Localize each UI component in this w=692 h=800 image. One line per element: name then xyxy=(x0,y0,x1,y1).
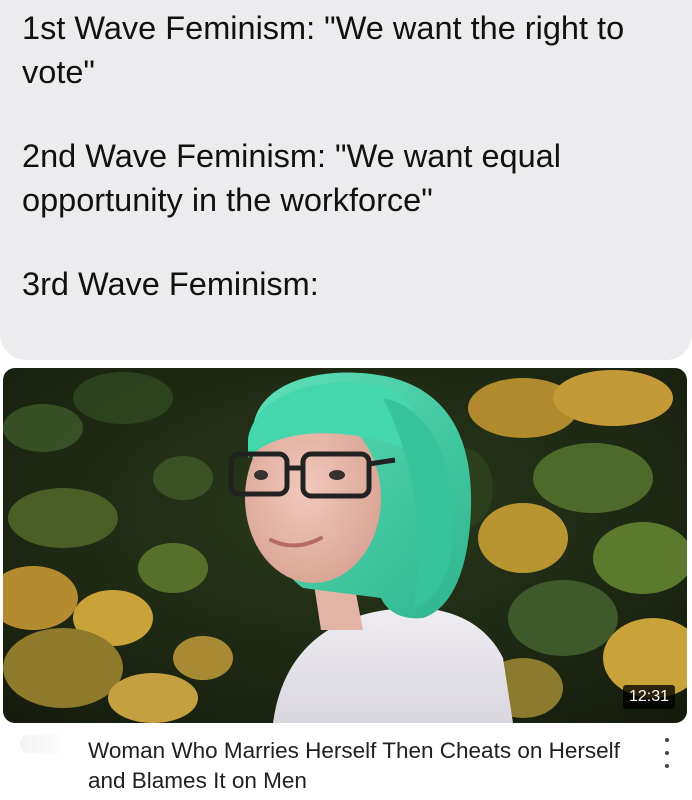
post-line-1: 1st Wave Feminism: "We want the right to… xyxy=(22,10,625,90)
video-meta: Woman Who Marries Herself Then Cheats on… xyxy=(0,728,692,800)
screenshot: 1st Wave Feminism: "We want the right to… xyxy=(0,0,692,800)
video-duration-badge: 12:31 xyxy=(622,685,675,709)
text-post: 1st Wave Feminism: "We want the right to… xyxy=(0,0,692,360)
thumbnail-image xyxy=(3,368,687,723)
post-line-2: 2nd Wave Feminism: "We want equal opport… xyxy=(22,138,561,218)
channel-avatar[interactable] xyxy=(20,734,68,754)
video-thumbnail[interactable]: 12:31 xyxy=(3,368,687,723)
more-vertical-icon[interactable] xyxy=(660,738,674,768)
post-line-3: 3rd Wave Feminism: xyxy=(22,266,319,302)
video-title[interactable]: Woman Who Marries Herself Then Cheats on… xyxy=(88,736,648,796)
